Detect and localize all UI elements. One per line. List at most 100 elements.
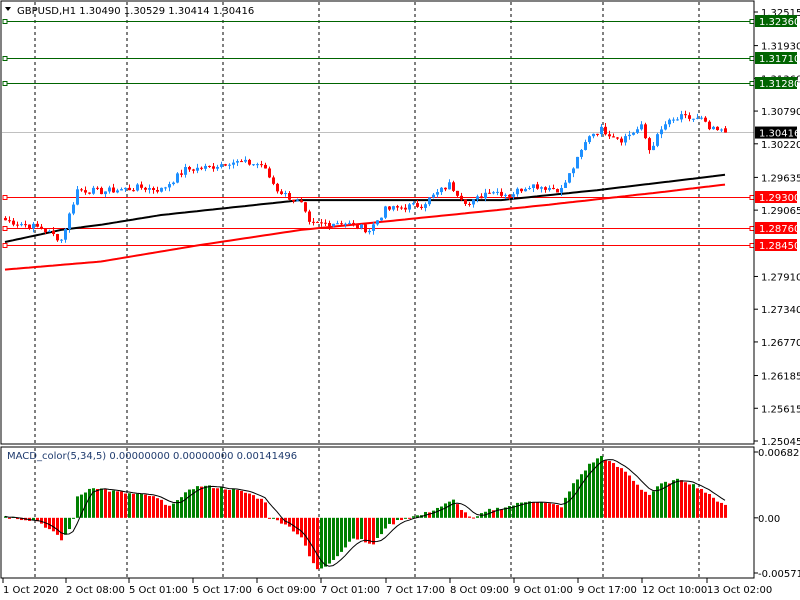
price-tick-label: 1.31930 — [761, 42, 800, 53]
macd-histogram-bar — [464, 512, 467, 518]
candle-body — [380, 217, 383, 221]
macd-histogram-bar — [628, 475, 631, 518]
candle-body — [244, 159, 247, 162]
macd-histogram-bar — [608, 461, 611, 518]
price-level-label: 1.28450 — [759, 241, 800, 252]
macd-histogram-bar — [384, 517, 387, 529]
macd-histogram-bar — [336, 517, 339, 557]
macd-histogram-bar — [532, 502, 535, 518]
candle-body — [132, 190, 135, 192]
macd-histogram-bar — [568, 491, 571, 518]
symbol-header[interactable]: GBPUSD,H1 1.30490 1.30529 1.30414 1.3041… — [5, 6, 254, 17]
candle-body — [500, 191, 503, 196]
macd-histogram-bar — [52, 517, 55, 532]
candle-body — [496, 191, 499, 193]
macd-histogram-bar — [644, 491, 647, 518]
candle-body — [692, 118, 695, 120]
macd-histogram-bar — [204, 485, 207, 518]
macd-histogram-bar — [276, 517, 279, 521]
candle-body — [180, 173, 183, 175]
candle-body — [712, 126, 715, 130]
macd-histogram-bar — [348, 517, 351, 542]
macd-histogram-bar — [228, 489, 231, 518]
price-level-label: 1.31280 — [759, 79, 800, 90]
candle — [644, 122, 647, 140]
price-tick-label: 1.26770 — [761, 338, 800, 349]
candle-body — [40, 226, 43, 229]
macd-histogram-bar — [528, 501, 531, 518]
price-tick-label: 1.29065 — [761, 206, 800, 217]
candle-body — [680, 114, 683, 120]
candle-body — [28, 224, 31, 229]
candle-body — [612, 136, 615, 138]
candle-body — [672, 119, 675, 121]
candle-body — [476, 196, 479, 200]
macd-histogram-bar — [616, 466, 619, 518]
macd-histogram-bar — [208, 485, 211, 518]
macd-histogram-bar — [164, 504, 167, 518]
candle-body — [80, 189, 83, 191]
candle-body — [668, 119, 671, 125]
candle-body — [136, 184, 139, 191]
candle-body — [556, 189, 559, 193]
macd-histogram-bar — [636, 484, 639, 518]
macd-histogram-bar — [160, 499, 163, 518]
macd-histogram-bar — [720, 502, 723, 518]
candle-body — [88, 192, 91, 194]
candle-body — [296, 200, 299, 202]
candle-body — [192, 169, 195, 171]
level-handle-left — [2, 243, 8, 248]
macd-histogram-bar — [396, 517, 399, 521]
price-tick-label: 1.27910 — [761, 272, 800, 283]
candle-body — [12, 220, 15, 225]
candle-body — [448, 182, 451, 190]
candle-body — [56, 234, 59, 241]
price-tick-label: 1.30790 — [761, 107, 800, 118]
macd-histogram-bar — [516, 502, 519, 518]
candle-body — [420, 206, 423, 208]
time-tick-label: 9 Oct 01:00 — [514, 585, 573, 596]
candle-body — [260, 164, 263, 166]
candle — [716, 126, 719, 131]
macd-histogram-bar — [404, 517, 407, 519]
candle-body — [48, 230, 51, 233]
candle-body — [248, 159, 251, 165]
macd-histogram-bar — [152, 496, 155, 518]
candle-body — [72, 204, 75, 214]
candle-body — [600, 126, 603, 135]
macd-histogram-bar — [536, 502, 539, 518]
macd-histogram-bar — [156, 498, 159, 518]
candle-body — [176, 173, 179, 183]
price-tick-label: 1.29635 — [761, 173, 800, 184]
time-tick-label: 12 Oct 10:00 — [642, 585, 707, 596]
candle-body — [268, 168, 271, 178]
macd-tick-label: 0.00 — [758, 514, 780, 525]
candle-body — [620, 138, 623, 143]
candle-body — [120, 189, 123, 191]
trading-chart[interactable]: 1.325151.319301.313601.307901.302201.296… — [0, 0, 800, 600]
macd-histogram-bar — [444, 503, 447, 518]
candle-body — [300, 200, 303, 203]
candle-body — [208, 165, 211, 167]
candle — [568, 173, 571, 184]
candle — [364, 224, 367, 234]
macd-histogram-bar — [132, 493, 135, 518]
macd-histogram-bar — [688, 484, 691, 518]
macd-histogram-bar — [624, 471, 627, 518]
candle-body — [576, 156, 579, 169]
macd-histogram-bar — [544, 502, 547, 518]
macd-histogram-bar — [704, 492, 707, 518]
macd-histogram-bar — [672, 480, 675, 518]
macd-histogram-bar — [232, 488, 235, 518]
macd-histogram-bar — [76, 496, 79, 518]
time-tick-label: 8 Oct 09:00 — [450, 585, 509, 596]
candle-body — [276, 183, 279, 192]
candle-body — [720, 129, 723, 131]
macd-histogram-bar — [372, 517, 375, 545]
candle-body — [408, 204, 411, 210]
candle-body — [36, 223, 39, 227]
macd-histogram-bar — [556, 504, 559, 518]
macd-histogram-bar — [304, 517, 307, 546]
macd-histogram-bar — [96, 488, 99, 518]
macd-histogram-bar — [712, 497, 715, 518]
